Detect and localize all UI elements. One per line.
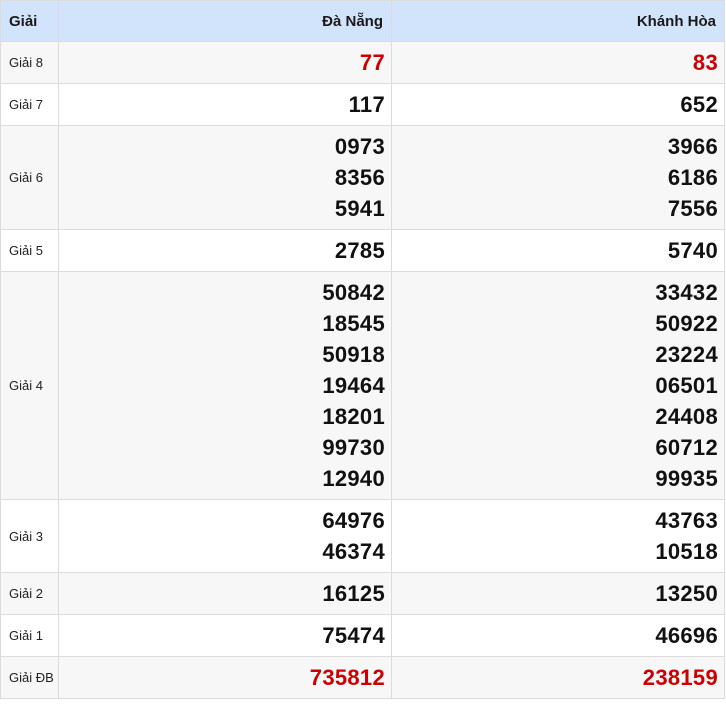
city1-column-header[interactable]: Đà Nẵng [58,0,392,42]
prize-label: Giải ĐB [0,656,59,699]
result-number: 50842 [322,280,385,305]
result-number: 99935 [655,466,718,491]
city2-results-cell: 652 [391,83,725,126]
city2-results-cell: 46696 [391,614,725,657]
result-number: 0973 [334,134,385,159]
result-number: 2785 [334,238,385,263]
result-number: 06501 [655,373,718,398]
result-number: 5740 [667,238,718,263]
prize-row: Giải 4 50842 18545 50918 19464 18201 99730 1294… [0,271,725,500]
result-number: 43763 [655,508,718,533]
city2-results-cell: 33432 50922 23224 06501 24408 60712 99935 [391,271,725,500]
header-row: Giải Đà Nẵng Khánh Hòa [0,0,725,42]
prize-column-header: Giải [0,0,59,42]
result-number: 50922 [655,311,718,336]
result-number: 6186 [667,165,718,190]
result-number: 50918 [322,342,385,367]
result-number: 5941 [334,196,385,221]
city1-results-cell: 117 [58,83,392,126]
city1-results-cell: 77 [58,41,392,84]
prize-row: Giải 2 16125 13250 [0,572,725,615]
city1-results-cell: 735812 [58,656,392,699]
result-number: 99730 [322,435,385,460]
city2-column-header[interactable]: Khánh Hòa [391,0,725,42]
result-number: 735812 [309,665,385,690]
prize-row: Giải 6 0973 8356 5941 3966 6186 7556 [0,125,725,230]
result-number: 238159 [642,665,718,690]
result-number: 8356 [334,165,385,190]
city2-results-cell: 43763 10518 [391,499,725,573]
city2-results-cell: 13250 [391,572,725,615]
result-number: 7556 [667,196,718,221]
city1-results-cell: 64976 46374 [58,499,392,573]
prize-row: Giải 3 64976 46374 43763 10518 [0,499,725,573]
result-number: 10518 [655,539,718,564]
results-body: Giải 8 77 83 Giải 7 117 652 Giải 6 0973 8356 5941… [0,41,725,699]
prize-label: Giải 7 [0,83,59,126]
prize-label: Giải 6 [0,125,59,230]
result-number: 64976 [322,508,385,533]
prize-label: Giải 8 [0,41,59,84]
city2-results-cell: 3966 6186 7556 [391,125,725,230]
prize-label: Giải 3 [0,499,59,573]
result-number: 16125 [322,581,385,606]
city1-results-cell: 2785 [58,229,392,272]
result-number: 12940 [322,466,385,491]
result-number: 23224 [655,342,718,367]
city1-results-cell: 16125 [58,572,392,615]
prize-row: Giải ĐB 735812 238159 [0,656,725,699]
result-number: 117 [348,92,385,117]
result-number: 13250 [655,581,718,606]
prize-label: Giải 2 [0,572,59,615]
prize-row: Giải 8 77 83 [0,41,725,84]
result-number: 60712 [655,435,718,460]
city2-results-cell: 83 [391,41,725,84]
city1-results-cell: 50842 18545 50918 19464 18201 99730 12940 [58,271,392,500]
result-number: 77 [359,50,385,75]
city2-results-cell: 5740 [391,229,725,272]
result-number: 75474 [322,623,385,648]
result-number: 24408 [655,404,718,429]
lottery-results-table: Giải Đà Nẵng Khánh Hòa Giải 8 77 83 Giải 7 1… [0,0,725,699]
city1-results-cell: 0973 8356 5941 [58,125,392,230]
result-number: 83 [692,50,718,75]
result-number: 652 [680,92,718,117]
result-number: 46696 [655,623,718,648]
prize-row: Giải 5 2785 5740 [0,229,725,272]
result-number: 18201 [322,404,385,429]
prize-label: Giải 4 [0,271,59,500]
prize-label: Giải 1 [0,614,59,657]
prize-row: Giải 7 117 652 [0,83,725,126]
prize-label: Giải 5 [0,229,59,272]
result-number: 3966 [667,134,718,159]
result-number: 46374 [322,539,385,564]
result-number: 19464 [322,373,385,398]
prize-row: Giải 1 75474 46696 [0,614,725,657]
result-number: 33432 [655,280,718,305]
city1-results-cell: 75474 [58,614,392,657]
result-number: 18545 [322,311,385,336]
city2-results-cell: 238159 [391,656,725,699]
